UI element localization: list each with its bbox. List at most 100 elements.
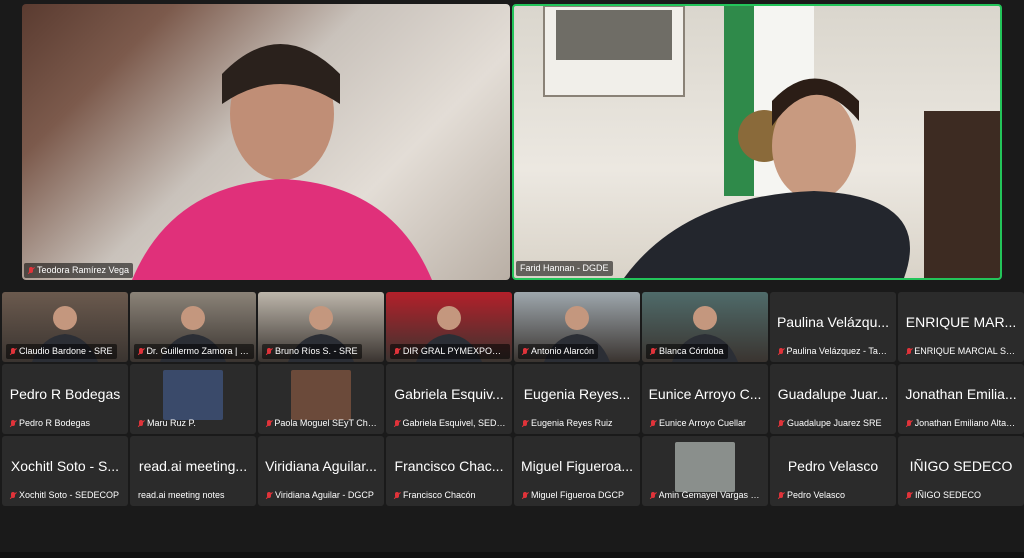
- participant-label: Paulina Velázquez - Tabas...: [786, 346, 890, 356]
- mic-muted-icon: [906, 347, 912, 356]
- participant-name-tag: Paola Moguel SEyT Chiapas: [262, 416, 382, 431]
- participant-tile[interactable]: Xochitl Soto - S... Xochitl Soto - SEDECO…: [2, 436, 128, 506]
- participant-label: Viridiana Aguilar - DGCP: [275, 490, 374, 500]
- participant-name-tag: Dr. Guillermo Zamora | DG...: [134, 344, 254, 359]
- participant-label: Blanca Córdoba: [659, 346, 724, 356]
- participant-tile[interactable]: IÑIGO SEDECO IÑIGO SEDECO: [898, 436, 1024, 506]
- participant-display-name: Eunice Arroyo C...: [648, 386, 762, 402]
- participant-name-tag: Jonathan Emiliano Altamir...: [902, 416, 1022, 431]
- participant-tile[interactable]: Dr. Guillermo Zamora | DG...: [130, 292, 256, 362]
- participant-avatar: [291, 370, 351, 420]
- participant-label: Pedro R Bodegas: [19, 418, 91, 428]
- participant-label: Bruno Ríos S. - SRE: [275, 346, 358, 356]
- participant-name-tag: Viridiana Aguilar - DGCP: [262, 488, 378, 503]
- participant-tile[interactable]: Gabriela Esquiv... Gabriela Esquivel, SED…: [386, 364, 512, 434]
- mic-muted-icon: [266, 347, 272, 356]
- participant-label: DIR GRAL PYMEXPORTA: [402, 346, 506, 356]
- participant-tile[interactable]: Bruno Ríos S. - SRE: [258, 292, 384, 362]
- speaker-name-tag: Teodora Ramírez Vega: [24, 263, 134, 278]
- participant-tile[interactable]: Paulina Velázqu... Paulina Velázquez - Ta…: [770, 292, 896, 362]
- participant-tile[interactable]: Pedro Velasco Pedro Velasco: [770, 436, 896, 506]
- mic-muted-icon: [778, 491, 784, 500]
- participant-tile[interactable]: ENRIQUE MAR... ENRIQUE MARCIAL SEDE...: [898, 292, 1024, 362]
- participant-name-tag: read.ai meeting notes: [134, 488, 229, 503]
- mic-muted-icon: [906, 491, 912, 500]
- participant-tile[interactable]: Antonio Alarcón: [514, 292, 640, 362]
- participant-tile[interactable]: Viridiana Aguilar... Viridiana Aguilar - …: [258, 436, 384, 506]
- participant-tile[interactable]: Claudio Bardone - SRE: [2, 292, 128, 362]
- participant-label: Pedro Velasco: [787, 490, 846, 500]
- mic-muted-icon: [266, 419, 272, 428]
- mic-muted-icon: [522, 347, 528, 356]
- participant-display-name: Xochitl Soto - S...: [10, 458, 120, 474]
- participant-label: read.ai meeting notes: [138, 490, 225, 500]
- participant-name-tag: DIR GRAL PYMEXPORTA: [390, 344, 510, 359]
- participant-label: Francisco Chacón: [403, 490, 476, 500]
- participant-display-name: ENRIQUE MAR...: [905, 314, 1017, 330]
- participant-name-tag: Claudio Bardone - SRE: [6, 344, 117, 359]
- participant-name-tag: Xochitl Soto - SEDECOP: [6, 488, 123, 503]
- participant-display-name: Paulina Velázqu...: [776, 314, 890, 330]
- participant-label: Jonathan Emiliano Altamir...: [914, 418, 1018, 428]
- participant-name-tag: Gabriela Esquivel, SEDEC...: [390, 416, 510, 431]
- mic-muted-icon: [394, 491, 400, 500]
- participant-name-tag: IÑIGO SEDECO: [902, 488, 985, 503]
- mic-muted-icon: [650, 491, 656, 500]
- participant-label: Claudio Bardone - SRE: [19, 346, 113, 356]
- mic-muted-icon: [138, 347, 144, 356]
- participant-tile[interactable]: Amin Gemayel Vargas Díaz: [642, 436, 768, 506]
- participant-display-name: Gabriela Esquiv...: [394, 386, 504, 402]
- mic-muted-icon: [650, 347, 656, 356]
- participant-tile[interactable]: Paola Moguel SEyT Chiapas: [258, 364, 384, 434]
- participant-label: Miguel Figueroa DGCP: [531, 490, 625, 500]
- participant-label: Xochitl Soto - SEDECOP: [19, 490, 120, 500]
- speaker-video-farid[interactable]: Farid Hannan - DGDE: [512, 4, 1002, 280]
- participant-tile[interactable]: Guadalupe Juar... Guadalupe Juarez SRE: [770, 364, 896, 434]
- participant-tile[interactable]: Miguel Figueroa... Miguel Figueroa DGCP: [514, 436, 640, 506]
- participant-avatar: [675, 442, 735, 492]
- participant-display-name: Viridiana Aguilar...: [265, 458, 377, 474]
- participant-tile[interactable]: Eugenia Reyes... Eugenia Reyes Ruiz: [514, 364, 640, 434]
- participant-display-name: Jonathan Emilia...: [905, 386, 1017, 402]
- participant-label: Dr. Guillermo Zamora | DG...: [146, 346, 250, 356]
- mic-muted-icon: [650, 419, 656, 428]
- participant-tile[interactable]: Pedro R Bodegas Pedro R Bodegas: [2, 364, 128, 434]
- participant-display-name: Pedro R Bodegas: [9, 386, 121, 402]
- participant-label: Antonio Alarcón: [531, 346, 595, 356]
- participant-tile[interactable]: Jonathan Emilia... Jonathan Emiliano Alta…: [898, 364, 1024, 434]
- participant-display-name: Guadalupe Juar...: [777, 386, 889, 402]
- participant-name-tag: Blanca Córdoba: [646, 344, 728, 359]
- participant-name-tag: Eunice Arroyo Cuellar: [646, 416, 750, 431]
- participant-name-tag: ENRIQUE MARCIAL SEDE...: [902, 344, 1022, 359]
- participant-tile[interactable]: Francisco Chac... Francisco Chacón: [386, 436, 512, 506]
- participant-name-tag: Guadalupe Juarez SRE: [774, 416, 886, 431]
- mic-muted-icon: [10, 347, 16, 356]
- participant-label: Paola Moguel SEyT Chiapas: [274, 418, 378, 428]
- mic-muted-icon: [28, 266, 34, 275]
- speaker-name-tag: Farid Hannan - DGDE: [516, 261, 613, 276]
- participant-tile[interactable]: DIR GRAL PYMEXPORTA: [386, 292, 512, 362]
- speaker-video-teodora[interactable]: Teodora Ramírez Vega: [22, 4, 510, 280]
- mic-muted-icon: [778, 419, 784, 428]
- mic-muted-icon: [906, 419, 912, 428]
- participant-name-tag: Miguel Figueroa DGCP: [518, 488, 628, 503]
- mic-muted-icon: [778, 347, 784, 356]
- mic-muted-icon: [394, 347, 400, 356]
- mic-muted-icon: [394, 419, 400, 428]
- meeting-toolbar-edge: [0, 552, 1024, 558]
- participant-label: Eunice Arroyo Cuellar: [659, 418, 747, 428]
- participant-name-tag: Bruno Ríos S. - SRE: [262, 344, 362, 359]
- participant-tile[interactable]: read.ai meeting... read.ai meeting notes: [130, 436, 256, 506]
- speaker-silhouette: [543, 6, 1000, 278]
- participant-name-tag: Francisco Chacón: [390, 488, 480, 503]
- mic-muted-icon: [10, 419, 16, 428]
- participant-tile[interactable]: Maru Ruz P.: [130, 364, 256, 434]
- participant-label: ENRIQUE MARCIAL SEDE...: [914, 346, 1018, 356]
- participant-tile[interactable]: Blanca Córdoba: [642, 292, 768, 362]
- participant-avatar: [163, 370, 223, 420]
- speaker-silhouette: [132, 44, 432, 280]
- mic-muted-icon: [522, 419, 528, 428]
- participant-label: IÑIGO SEDECO: [915, 490, 982, 500]
- participant-tile[interactable]: Eunice Arroyo C... Eunice Arroyo Cuellar: [642, 364, 768, 434]
- participant-name-tag: Pedro Velasco: [774, 488, 849, 503]
